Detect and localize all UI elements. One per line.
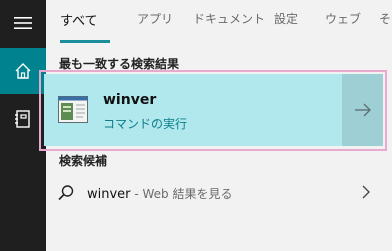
best-match-name: winver	[103, 92, 157, 108]
suggestion-text: winver - Web 結果を見る	[87, 185, 232, 202]
filter-tab-bar: すべて アプリ ドキュメント 設定 ウェブ そ	[46, 0, 392, 46]
suggestion-hint: - Web 結果を見る	[130, 187, 233, 201]
tab-all[interactable]: すべて	[60, 10, 98, 29]
hamburger-icon	[14, 17, 32, 29]
menu-button[interactable]	[0, 0, 46, 46]
window-app-icon	[58, 96, 88, 123]
suggestion-query: winver	[87, 187, 131, 202]
suggestions-heading: 検索候補	[59, 154, 108, 168]
active-tab-indicator	[60, 40, 110, 43]
tab-web[interactable]: ウェブ	[325, 10, 361, 27]
highlight-frame	[39, 70, 387, 151]
chevron-right-icon	[362, 185, 370, 199]
tab-more[interactable]: そ	[379, 10, 391, 27]
tab-settings[interactable]: 設定	[274, 10, 298, 27]
search-panel: すべて アプリ ドキュメント 設定 ウェブ そ 最も一致する検索結果 winve…	[0, 0, 392, 251]
notebook-icon	[15, 110, 30, 128]
tab-documents[interactable]: ドキュメント	[193, 10, 265, 27]
search-icon	[58, 185, 74, 201]
best-match-subtitle: コマンドの実行	[103, 117, 188, 131]
home-icon	[15, 63, 31, 79]
tab-apps[interactable]: アプリ	[137, 10, 173, 27]
